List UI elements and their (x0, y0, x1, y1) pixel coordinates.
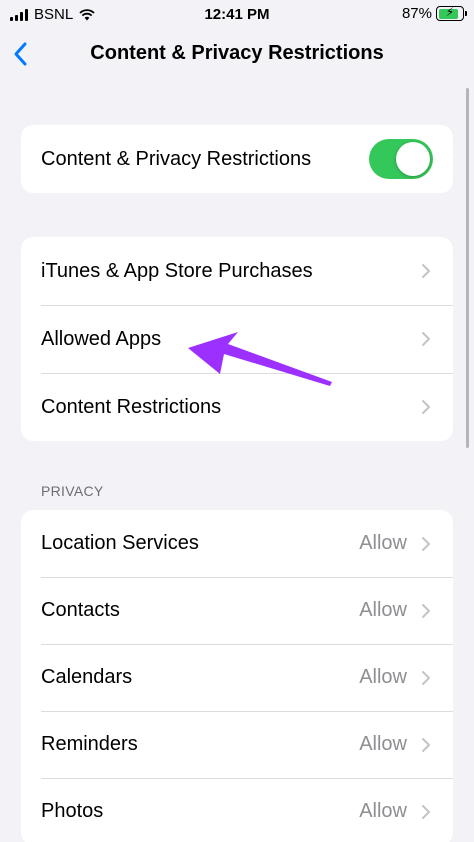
row-allowed-apps[interactable]: Allowed Apps (21, 305, 453, 373)
toggle-knob (396, 142, 430, 176)
restrictions-toggle-group: Content & Privacy Restrictions (21, 125, 453, 193)
restrictions-toggle-row: Content & Privacy Restrictions (21, 125, 453, 193)
row-contacts[interactable]: Contacts Allow (21, 577, 453, 644)
privacy-settings-group: Location Services Allow Contacts Allow C… (21, 510, 453, 842)
chevron-right-icon (422, 670, 430, 685)
row-itunes-app-store-purchases[interactable]: iTunes & App Store Purchases (21, 237, 453, 305)
chevron-right-icon (422, 737, 430, 752)
row-content-restrictions[interactable]: Content Restrictions (21, 373, 453, 441)
row-value: Allow (359, 733, 407, 755)
chevron-right-icon (422, 400, 430, 414)
row-label: Location Services (41, 532, 199, 554)
chevron-right-icon (422, 536, 430, 551)
row-calendars[interactable]: Calendars Allow (21, 644, 453, 711)
chevron-right-icon (422, 264, 430, 278)
row-location-services[interactable]: Location Services Allow (21, 510, 453, 577)
restrictions-toggle-switch[interactable] (369, 139, 433, 179)
row-value: Allow (359, 666, 407, 688)
row-value: Allow (359, 532, 407, 554)
row-label: Allowed Apps (41, 327, 162, 350)
status-bar: BSNL 12:41 PM 87% ⚡ (0, 0, 474, 30)
navigation-bar: Content & Privacy Restrictions (0, 30, 474, 78)
scroll-indicator[interactable] (466, 88, 469, 448)
page-title: Content & Privacy Restrictions (90, 42, 384, 64)
row-label: Content Restrictions (41, 395, 222, 418)
chevron-right-icon (422, 603, 430, 618)
charging-bolt-icon: ⚡ (445, 5, 455, 19)
row-value: Allow (359, 800, 407, 822)
row-label: Calendars (41, 666, 133, 688)
row-value: Allow (359, 599, 407, 621)
row-photos[interactable]: Photos Allow (21, 778, 453, 842)
row-label: Contacts (41, 599, 120, 621)
battery-percent: 87% (401, 5, 432, 22)
row-label: Photos (41, 800, 104, 822)
row-label: Reminders (41, 733, 138, 755)
section-header-privacy: PRIVACY (41, 483, 104, 499)
chevron-right-icon (422, 332, 430, 346)
content-settings-group: iTunes & App Store Purchases Allowed App… (21, 237, 453, 441)
status-right: 87% ⚡ (401, 5, 467, 22)
row-label: iTunes & App Store Purchases (41, 259, 313, 282)
battery-icon: ⚡ (436, 5, 467, 21)
row-reminders[interactable]: Reminders Allow (21, 711, 453, 778)
chevron-right-icon (422, 804, 430, 819)
